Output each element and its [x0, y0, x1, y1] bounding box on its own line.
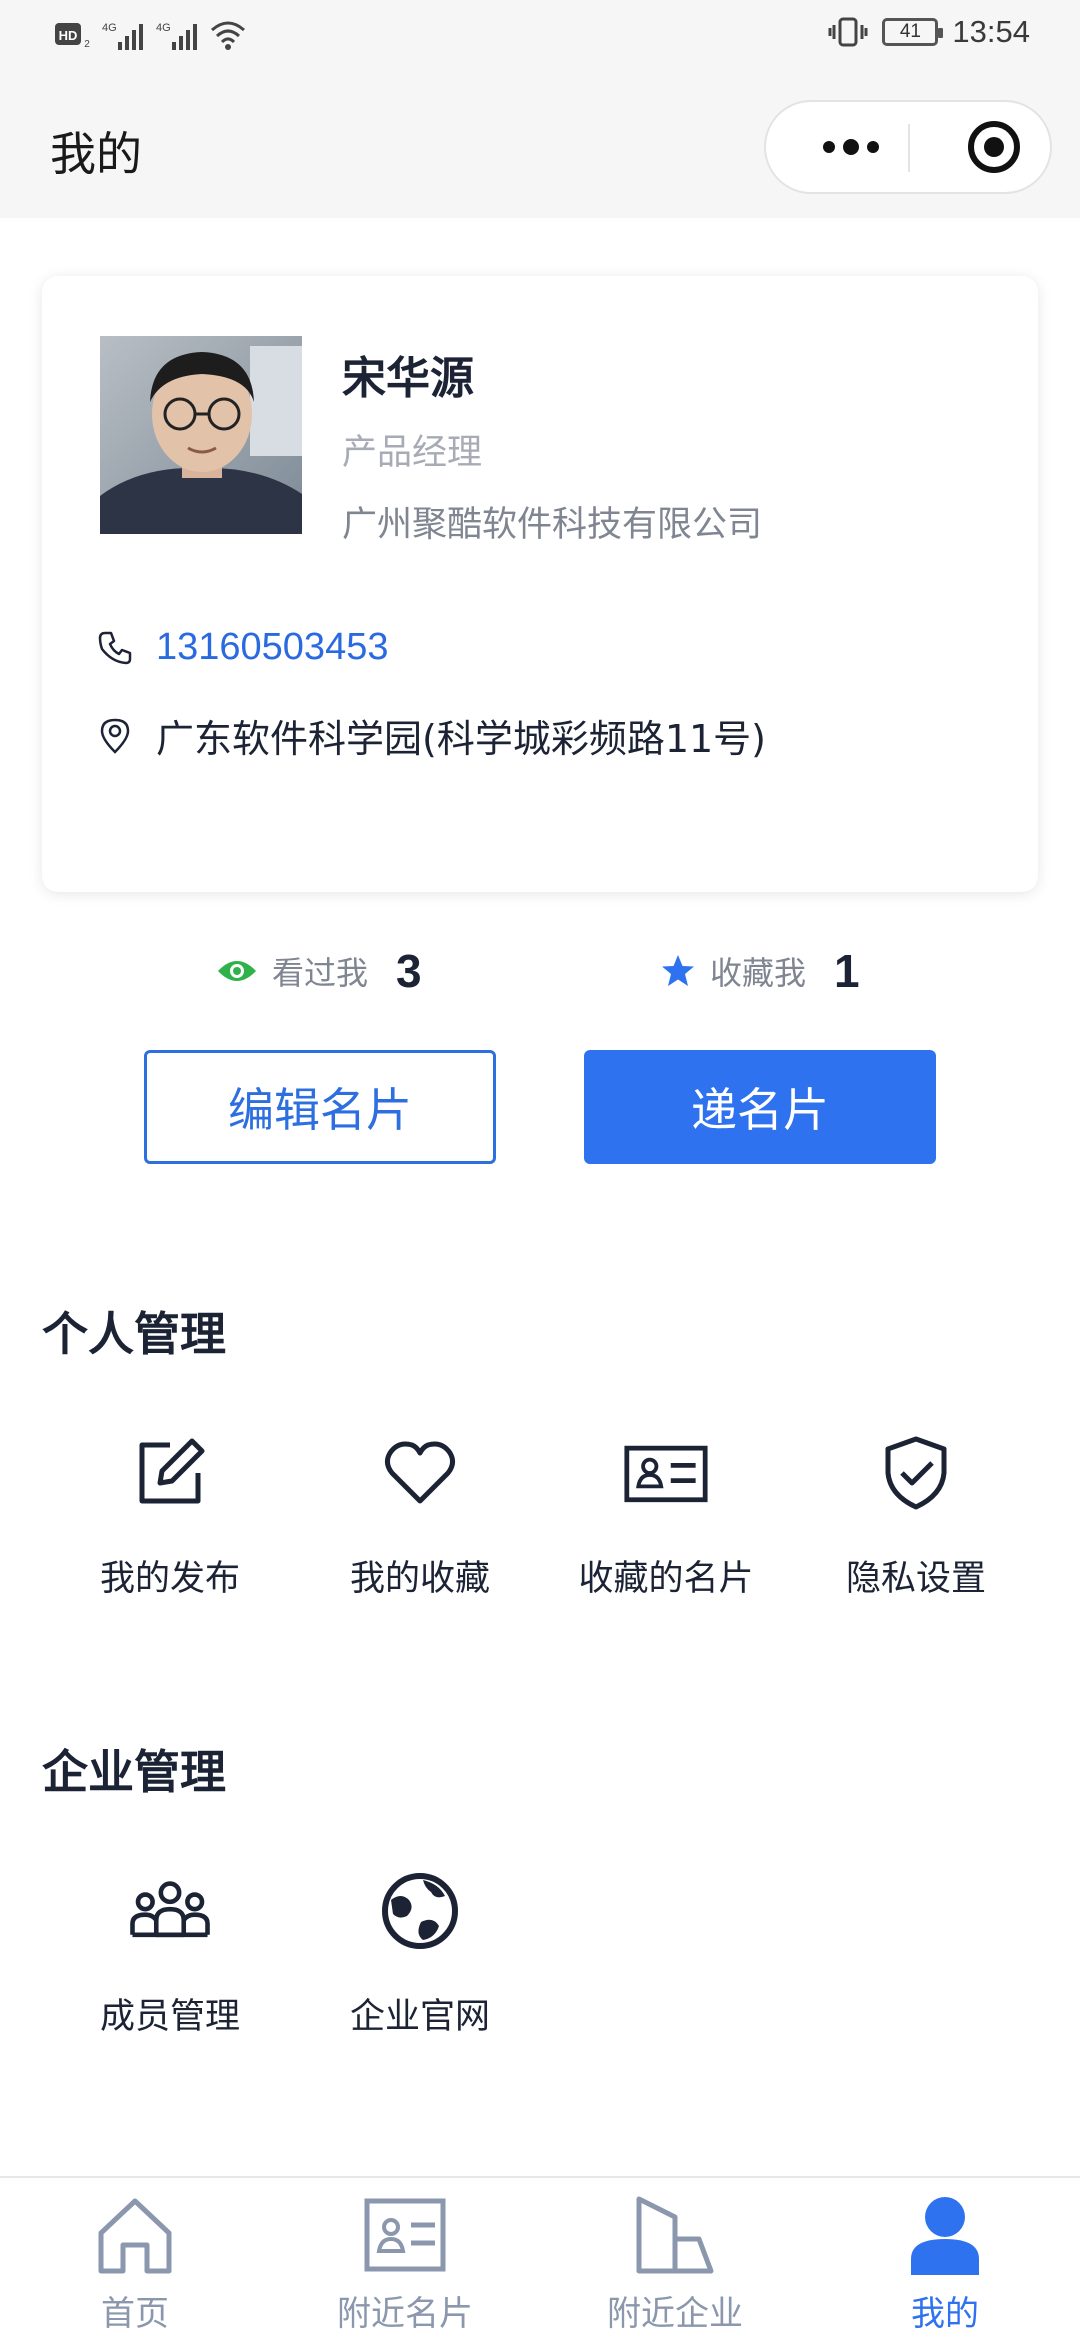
phone-row[interactable]: 13160503453 [96, 626, 388, 669]
capsule-divider [908, 124, 910, 172]
tab-mine-label: 我的 [911, 2294, 979, 2334]
globe-icon [377, 1868, 463, 1954]
shield-check-icon [873, 1430, 959, 1516]
my-favorites-item[interactable]: 我的收藏 [300, 1430, 540, 1620]
team-icon [127, 1868, 213, 1954]
favorited-me-count: 1 [834, 945, 860, 997]
address-row[interactable]: 广东软件科学园(科学城彩频路11号) [96, 708, 766, 763]
status-left: HD 2 4G 4G [54, 18, 248, 52]
viewed-me-label: 看过我 [272, 954, 369, 992]
wifi-icon [211, 21, 245, 50]
enterprise-section-title: 企业管理 [42, 1745, 226, 1799]
home-icon [92, 2192, 178, 2278]
building-icon [632, 2192, 718, 2278]
tab-mine[interactable]: 我的 [810, 2192, 1080, 2340]
privacy-settings-label: 隐私设置 [845, 1559, 986, 1599]
edit-icon [127, 1430, 213, 1516]
tab-home-label: 首页 [101, 2294, 169, 2334]
phone-number[interactable]: 13160503453 [156, 626, 388, 669]
company-site-label: 企业官网 [349, 1997, 490, 2037]
profile-card: 宋华源 产品经理 广州聚酷软件科技有限公司 13160503453 广东软件科学… [42, 276, 1038, 892]
company-site-item[interactable]: 企业官网 [300, 1868, 540, 2058]
svg-text:2: 2 [84, 39, 90, 50]
more-dots-icon [823, 139, 879, 155]
profile-name: 宋华源 [342, 353, 474, 404]
personal-section-title: 个人管理 [42, 1307, 226, 1361]
signal-4g-icon: 4G [156, 22, 197, 50]
my-posts-label: 我的发布 [99, 1559, 240, 1599]
tab-nearby-companies[interactable]: 附近企业 [540, 2192, 810, 2340]
top-zone: HD 2 4G 4G 41 13:54 我的 [0, 0, 1080, 218]
avatar[interactable] [100, 336, 302, 534]
tab-home[interactable]: 首页 [0, 2192, 270, 2340]
members-item[interactable]: 成员管理 [50, 1868, 290, 2058]
svg-text:4G: 4G [102, 22, 117, 34]
hd-icon: HD 2 [55, 23, 90, 50]
eye-icon [218, 961, 256, 981]
status-time: 13:54 [952, 14, 1030, 49]
close-button[interactable] [944, 102, 1044, 192]
page-title: 我的 [50, 127, 142, 181]
profile-company: 广州聚酷软件科技有限公司 [342, 505, 763, 545]
tab-nearby-companies-label: 附近企业 [607, 2294, 743, 2334]
tab-nearby-cards[interactable]: 附近名片 [270, 2192, 540, 2340]
viewed-me-count: 3 [396, 945, 422, 997]
page: HD 2 4G 4G 41 13:54 我的 宋华源 产品经理 广州聚酷软件科技… [0, 0, 1080, 2340]
target-circle-icon [968, 121, 1020, 173]
status-bar: HD 2 4G 4G 41 13:54 [0, 0, 1080, 72]
saved-cards-label: 收藏的名片 [578, 1559, 754, 1599]
location-icon [96, 717, 134, 755]
favorited-me-label: 收藏我 [710, 954, 807, 992]
members-label: 成员管理 [99, 1997, 240, 2037]
bottom-tab-bar: 首页 附近名片 附近企业 我的 [0, 2176, 1080, 2340]
phone-icon [96, 629, 134, 667]
id-card-icon [623, 1430, 709, 1516]
tab-nearby-cards-label: 附近名片 [337, 2294, 473, 2334]
signal-4g-icon: 4G [102, 22, 143, 50]
card-icon [362, 2192, 448, 2278]
svg-text:HD: HD [59, 28, 78, 43]
share-card-button[interactable]: 递名片 [584, 1050, 936, 1164]
viewed-me-stat[interactable]: 看过我 3 [216, 944, 422, 998]
star-icon [662, 955, 694, 986]
heart-icon [377, 1430, 463, 1516]
favorited-me-stat[interactable]: 收藏我 1 [660, 944, 860, 998]
profile-title: 产品经理 [342, 433, 483, 473]
my-favorites-label: 我的收藏 [349, 1559, 490, 1599]
saved-cards-item[interactable]: 收藏的名片 [546, 1430, 786, 1620]
mini-program-capsule [764, 100, 1052, 194]
avatar-photo [100, 336, 302, 534]
status-right: 41 13:54 [828, 14, 1030, 50]
vibrate-icon [828, 17, 868, 47]
more-button[interactable] [796, 102, 906, 192]
privacy-settings-item[interactable]: 隐私设置 [796, 1430, 1036, 1620]
edit-card-button[interactable]: 编辑名片 [144, 1050, 496, 1164]
svg-text:4G: 4G [156, 22, 171, 34]
battery-indicator: 41 [882, 18, 944, 46]
my-posts-item[interactable]: 我的发布 [50, 1430, 290, 1620]
user-icon [902, 2192, 988, 2278]
address-text: 广东软件科学园(科学城彩频路11号) [156, 717, 767, 761]
